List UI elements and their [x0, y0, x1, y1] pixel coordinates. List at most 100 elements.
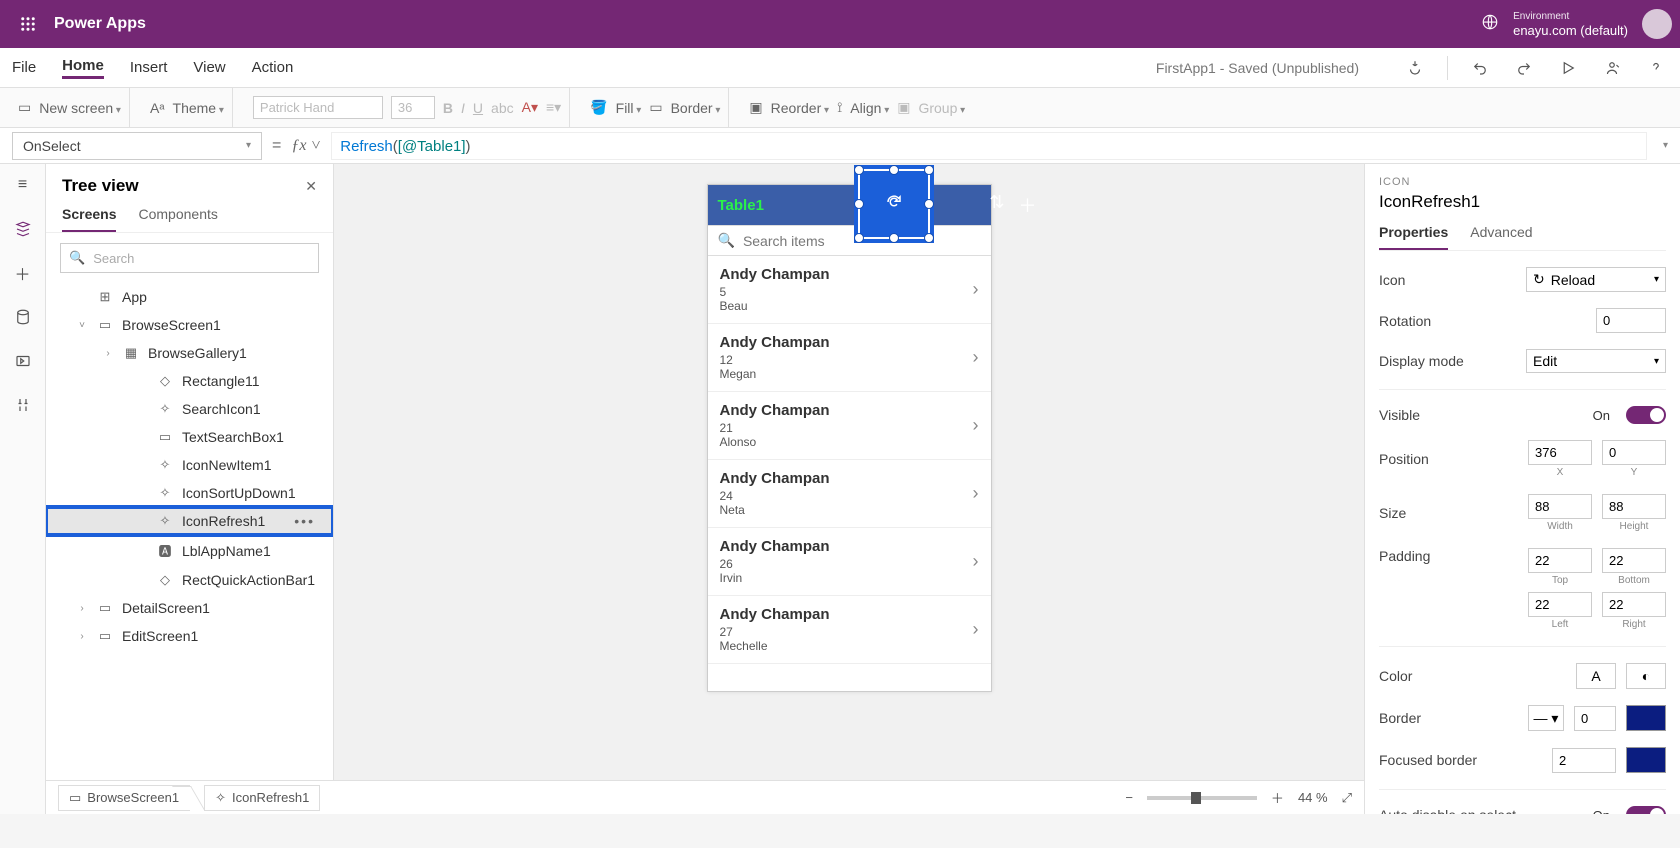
bold-icon[interactable]: B: [443, 100, 453, 116]
prop-size-h[interactable]: [1602, 494, 1666, 519]
tree-node-RectQuickActionBar1[interactable]: ◇RectQuickActionBar1: [46, 566, 333, 594]
reorder-button[interactable]: Reorder: [771, 100, 829, 116]
font-color-icon[interactable]: A▾: [522, 99, 538, 116]
app-launcher-icon[interactable]: [8, 0, 48, 48]
gallery-item[interactable]: Andy Champan26Irvin›: [708, 528, 991, 596]
tree-node-SearchIcon1[interactable]: ✧SearchIcon1: [46, 395, 333, 423]
tree-node-IconNewItem1[interactable]: ✧IconNewItem1: [46, 451, 333, 479]
formula-expand-icon[interactable]: ▾: [1663, 140, 1668, 151]
tree-node-DetailScreen1[interactable]: ›▭DetailScreen1: [46, 594, 333, 622]
redo-icon[interactable]: [1512, 56, 1536, 80]
gallery-item[interactable]: Andy Champan12Megan›: [708, 324, 991, 392]
zoom-out-icon[interactable]: −: [1125, 790, 1133, 805]
prop-color-text[interactable]: A: [1576, 663, 1616, 689]
prop-padding-left[interactable]: [1528, 592, 1592, 617]
more-icon[interactable]: •••: [294, 513, 315, 529]
tab-properties[interactable]: Properties: [1379, 224, 1448, 250]
prop-padding-right[interactable]: [1602, 592, 1666, 617]
tree-node-IconRefresh1[interactable]: ✧IconRefresh1•••: [46, 507, 333, 535]
breadcrumb-screen[interactable]: ▭BrowseScreen1: [58, 785, 190, 811]
tree-node-IconSortUpDown1[interactable]: ✧IconSortUpDown1: [46, 479, 333, 507]
insert-pane-icon[interactable]: ＋: [12, 262, 34, 284]
close-icon[interactable]: ✕: [305, 178, 317, 195]
menu-action[interactable]: Action: [252, 59, 294, 76]
data-pane-icon[interactable]: [12, 306, 34, 328]
tree-search-input[interactable]: 🔍 Search: [60, 243, 319, 273]
expand-icon[interactable]: ›: [102, 348, 114, 359]
browse-gallery[interactable]: Andy Champan5Beau›Andy Champan12Megan›An…: [708, 256, 991, 691]
font-name-select[interactable]: Patrick Hand: [253, 96, 383, 119]
play-icon[interactable]: [1556, 56, 1580, 80]
fx-icon[interactable]: ƒx ˅: [291, 137, 321, 155]
prop-padding-bottom[interactable]: [1602, 548, 1666, 573]
menu-insert[interactable]: Insert: [130, 59, 168, 76]
menu-home[interactable]: Home: [62, 57, 104, 79]
chevron-right-icon[interactable]: ›: [973, 483, 979, 504]
prop-border-style[interactable]: — ▾: [1528, 705, 1564, 731]
theme-button[interactable]: Theme: [173, 100, 224, 116]
prop-position-y[interactable]: [1602, 440, 1666, 465]
zoom-in-icon[interactable]: ＋: [1271, 788, 1284, 807]
tree-node-BrowseGallery1[interactable]: ›▦BrowseGallery1: [46, 339, 333, 367]
expand-icon[interactable]: ›: [76, 603, 88, 614]
prop-displaymode-select[interactable]: Edit▾: [1526, 349, 1666, 373]
prop-focusborder-color[interactable]: [1626, 747, 1666, 773]
environment-block[interactable]: Environment enayu.com (default): [1513, 10, 1628, 38]
group-button[interactable]: Group: [918, 100, 965, 116]
tab-components[interactable]: Components: [138, 206, 217, 232]
new-screen-button[interactable]: New screen: [39, 100, 121, 116]
prop-autodisable-toggle[interactable]: [1626, 806, 1666, 814]
prop-padding-top[interactable]: [1528, 548, 1592, 573]
chevron-right-icon[interactable]: ›: [973, 551, 979, 572]
app-checker-icon[interactable]: [1403, 56, 1427, 80]
expand-icon[interactable]: ›: [76, 631, 88, 642]
prop-border-color[interactable]: [1626, 705, 1666, 731]
share-icon[interactable]: [1600, 56, 1624, 80]
border-button[interactable]: Border: [671, 100, 721, 116]
prop-color-bg[interactable]: ◐: [1626, 663, 1666, 689]
tab-screens[interactable]: Screens: [62, 206, 116, 232]
tree-node-EditScreen1[interactable]: ›▭EditScreen1: [46, 622, 333, 650]
expand-icon[interactable]: ˅: [76, 320, 88, 331]
user-avatar[interactable]: [1642, 9, 1672, 39]
chevron-right-icon[interactable]: ›: [973, 619, 979, 640]
menu-file[interactable]: File: [12, 59, 36, 76]
phone-search-input[interactable]: 🔍 Search items: [708, 225, 991, 256]
prop-focusborder-width[interactable]: [1552, 748, 1616, 773]
prop-visible-toggle[interactable]: [1626, 406, 1666, 424]
add-icon[interactable]: ＋: [1019, 192, 1037, 218]
canvas[interactable]: Table1 ⇅ ＋ 🔍 Sear: [334, 164, 1364, 814]
hamburger-icon[interactable]: ≡: [12, 174, 34, 196]
tree-node-TextSearchBox1[interactable]: ▭TextSearchBox1: [46, 423, 333, 451]
gallery-item[interactable]: Andy Champan24Neta›: [708, 460, 991, 528]
text-align-icon[interactable]: ≡▾: [546, 99, 561, 116]
advanced-tools-icon[interactable]: [12, 394, 34, 416]
fill-button[interactable]: Fill: [616, 100, 642, 116]
font-size-input[interactable]: 36: [391, 96, 435, 119]
gallery-item[interactable]: Andy Champan27Mechelle›: [708, 596, 991, 664]
property-selector[interactable]: OnSelect▾: [12, 132, 262, 160]
prop-size-w[interactable]: [1528, 494, 1592, 519]
prop-position-x[interactable]: [1528, 440, 1592, 465]
tree-node-LblAppName1[interactable]: 🅰LblAppName1: [46, 535, 333, 566]
tree-node-BrowseScreen1[interactable]: ˅▭BrowseScreen1: [46, 311, 333, 339]
gallery-item[interactable]: Andy Champan21Alonso›: [708, 392, 991, 460]
gallery-item[interactable]: Andy Champan5Beau›: [708, 256, 991, 324]
prop-rotation-input[interactable]: [1596, 308, 1666, 333]
strike-icon[interactable]: abc: [491, 100, 514, 116]
tree-node-App[interactable]: ⊞App: [46, 283, 333, 311]
chevron-right-icon[interactable]: ›: [973, 347, 979, 368]
tree-node-Rectangle11[interactable]: ◇Rectangle11: [46, 367, 333, 395]
tab-advanced[interactable]: Advanced: [1470, 224, 1532, 250]
sort-icon[interactable]: ⇅: [989, 192, 1004, 218]
prop-icon-select[interactable]: ↻Reload▾: [1526, 267, 1666, 292]
help-icon[interactable]: [1644, 56, 1668, 80]
breadcrumb-control[interactable]: ✧IconRefresh1: [204, 785, 320, 811]
chevron-right-icon[interactable]: ›: [973, 415, 979, 436]
tree-view-icon[interactable]: [12, 218, 34, 240]
prop-border-width[interactable]: [1574, 706, 1616, 731]
media-pane-icon[interactable]: [12, 350, 34, 372]
align-button[interactable]: Align: [850, 100, 889, 116]
underline-icon[interactable]: U: [473, 100, 483, 116]
selected-icon-overlay[interactable]: [854, 165, 934, 243]
